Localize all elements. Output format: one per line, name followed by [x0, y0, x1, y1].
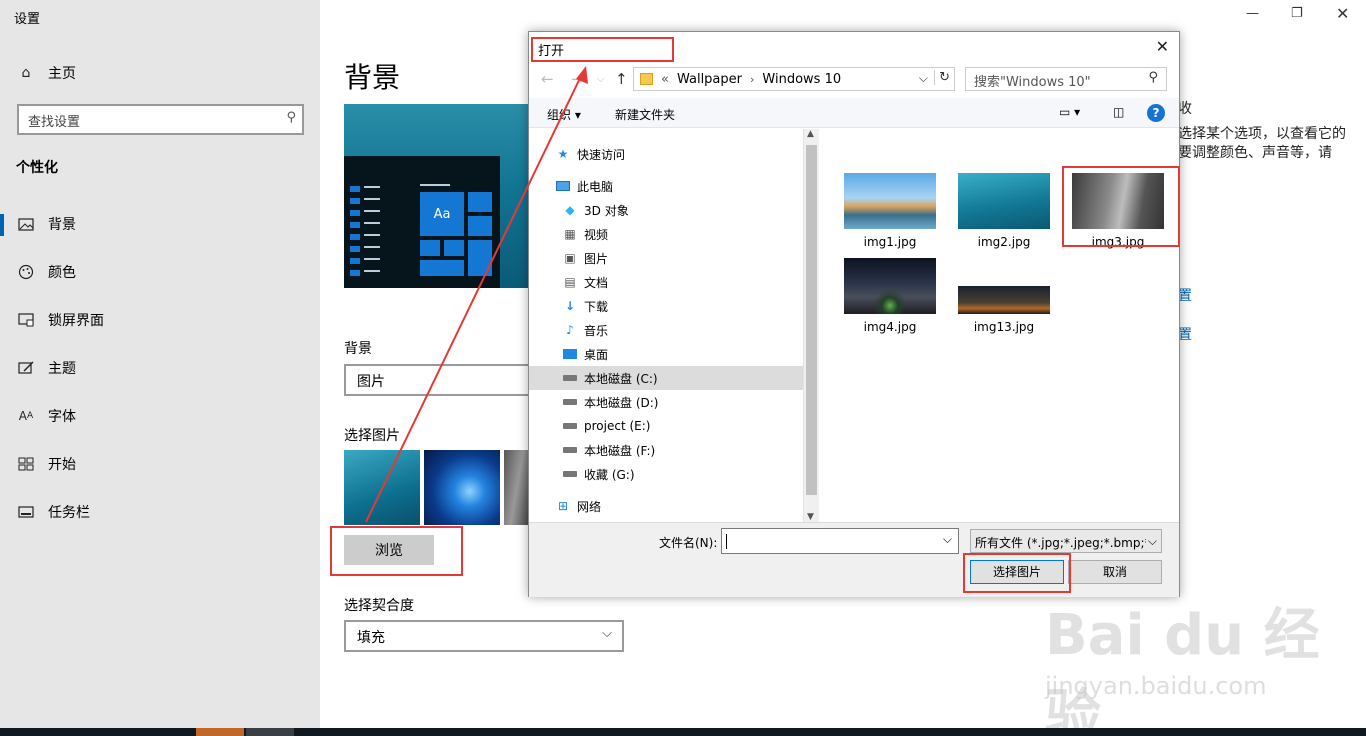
taskbar-app[interactable]: [196, 728, 244, 736]
taskbar: [0, 728, 1366, 736]
watermark-url: jingyan.baidu.com: [1045, 672, 1267, 700]
watermark-logo: Bai du 经验: [1045, 603, 1320, 736]
taskbar-app[interactable]: [246, 728, 294, 736]
